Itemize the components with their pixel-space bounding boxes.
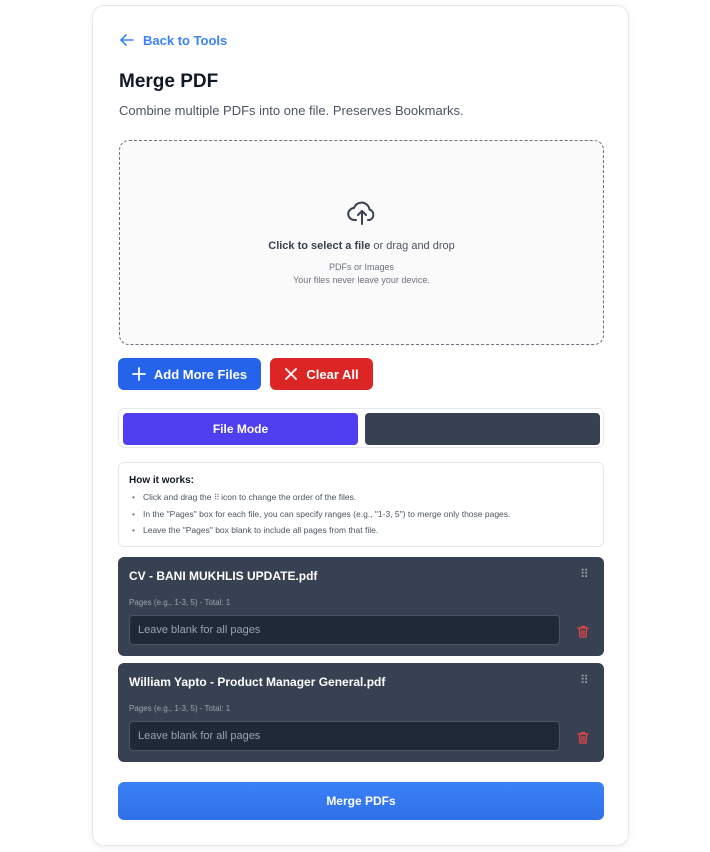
add-more-files-label: Add More Files bbox=[153, 366, 248, 382]
back-label: Back to Tools bbox=[143, 32, 228, 48]
grip-icon[interactable]: ⠿ bbox=[580, 673, 590, 687]
page-description: Combine multiple PDFs into one file. Pre… bbox=[119, 103, 464, 118]
tab-other-mode[interactable] bbox=[365, 413, 600, 445]
how-it-works-list: Click and drag the ⠿ icon to change the … bbox=[129, 489, 593, 538]
pages-input[interactable] bbox=[129, 615, 560, 645]
mode-toggle: File Mode bbox=[118, 408, 604, 448]
file-name: CV - BANI MUKHLIS UPDATE.pdf bbox=[129, 569, 318, 583]
close-icon bbox=[285, 368, 298, 380]
clear-all-button[interactable]: Clear All bbox=[270, 358, 373, 390]
step1-after: icon to change the order of the files. bbox=[218, 492, 357, 502]
file-item[interactable]: CV - BANI MUKHLIS UPDATE.pdf ⠿ Pages (e.… bbox=[118, 557, 604, 656]
clear-all-label: Clear All bbox=[306, 366, 359, 382]
tab-file-mode[interactable]: File Mode bbox=[123, 413, 358, 445]
dropzone-accepted-types: PDFs or Images bbox=[328, 262, 395, 272]
plus-icon bbox=[132, 367, 146, 381]
pages-label: Pages (e.g., 1-3, 5) - Total: 1 bbox=[129, 598, 231, 607]
grip-icon[interactable]: ⠿ bbox=[580, 567, 590, 581]
add-more-files-button[interactable]: Add More Files bbox=[118, 358, 261, 390]
dropzone-privacy-note: Your files never leave your device. bbox=[293, 275, 430, 285]
file-item[interactable]: William Yapto - Product Manager General.… bbox=[118, 663, 604, 762]
how-it-works-step: Click and drag the ⠿ icon to change the … bbox=[129, 489, 593, 506]
dropzone-cta: Click to select a file or drag and drop bbox=[120, 240, 603, 252]
merge-pdfs-button[interactable]: Merge PDFs bbox=[118, 782, 604, 820]
step1-before: Click and drag the bbox=[143, 492, 214, 502]
dropzone-cta-bold: Click to select a file bbox=[268, 240, 371, 252]
how-it-works-step: Leave the "Pages" box blank to include a… bbox=[129, 522, 593, 538]
dropzone-cta-rest: or drag and drop bbox=[370, 240, 455, 252]
file-dropzone[interactable]: Click to select a file or drag and drop … bbox=[119, 140, 604, 345]
arrow-left-icon bbox=[120, 34, 134, 46]
back-to-tools-link[interactable]: Back to Tools bbox=[119, 32, 227, 48]
how-it-works-step: In the "Pages" box for each file, you ca… bbox=[129, 506, 593, 522]
page-title: Merge PDF bbox=[119, 71, 219, 92]
cloud-upload-icon bbox=[347, 201, 375, 225]
how-it-works-title: How it works: bbox=[129, 475, 195, 486]
file-name: William Yapto - Product Manager General.… bbox=[129, 675, 386, 689]
trash-icon[interactable] bbox=[577, 625, 589, 638]
pages-input[interactable] bbox=[129, 721, 560, 751]
how-it-works-panel: How it works: Click and drag the ⠿ icon … bbox=[118, 462, 604, 547]
merge-pdf-card: Back to Tools Merge PDF Combine multiple… bbox=[92, 5, 629, 846]
pages-label: Pages (e.g., 1-3, 5) - Total: 1 bbox=[129, 704, 231, 713]
trash-icon[interactable] bbox=[577, 731, 589, 744]
